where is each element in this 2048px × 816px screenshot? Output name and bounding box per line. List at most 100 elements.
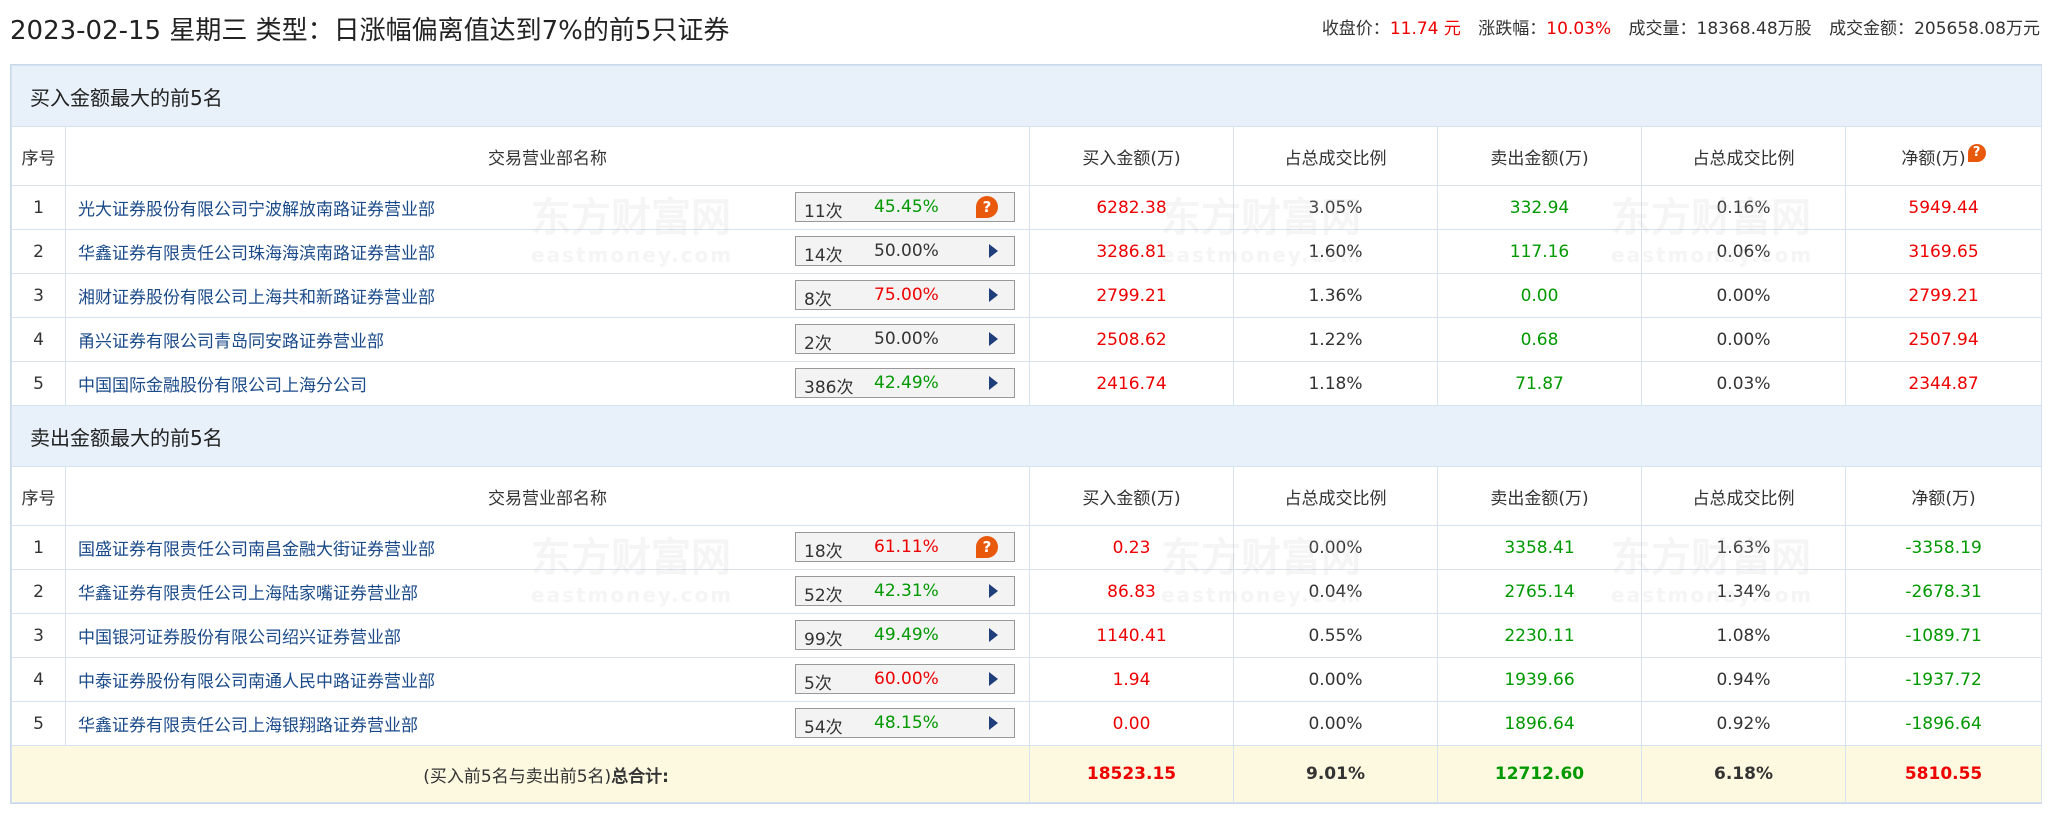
history-stats-box[interactable]: 54次 48.15% — [795, 708, 1015, 738]
question-icon[interactable]: ? — [976, 196, 998, 218]
buy-ratio: 0.04% — [1233, 569, 1438, 614]
stats-icon-wrap[interactable] — [989, 288, 998, 302]
table-row[interactable]: 1 光大证券股份有限公司宁波解放南路证券营业部 11次 45.45%? 6282.38 3… — [11, 185, 2043, 230]
stats-icon-wrap[interactable] — [989, 244, 998, 258]
stats-icon-wrap[interactable] — [989, 332, 998, 346]
col-buy: 买入金额(万) — [1029, 466, 1234, 526]
close-value: 11.74 元 — [1389, 19, 1461, 39]
table-row[interactable]: 3 湘财证券股份有限公司上海共和新路证券营业部 8次 75.00% 2799.21 1.3… — [11, 273, 2043, 318]
stats-icon-wrap[interactable] — [989, 376, 998, 390]
branch-name-link[interactable]: 华鑫证券有限责任公司珠海海滨南路证券营业部 — [78, 244, 435, 264]
net-amount: -1089.71 — [1844, 613, 2043, 658]
amount-value: 205658.08万元 — [1914, 19, 2040, 39]
buy-amount: 2508.62 — [1029, 317, 1234, 362]
table-row[interactable]: 5 华鑫证券有限责任公司上海银翔路证券营业部 54次 48.15% 0.00 0.00% 1… — [11, 701, 2043, 746]
table-row[interactable]: 2 华鑫证券有限责任公司珠海海滨南路证券营业部 14次 50.00% 3286.81 1.… — [11, 229, 2043, 274]
branch-cell: 华鑫证券有限责任公司上海陆家嘴证券营业部 52次 42.31% — [65, 569, 1030, 614]
history-stats-box[interactable]: 99次 49.49% — [795, 620, 1015, 650]
buy-ratio: 1.18% — [1233, 361, 1438, 406]
branch-name-link[interactable]: 甬兴证券有限公司青岛同安路证券营业部 — [78, 332, 384, 352]
amount-label: 成交金额： — [1829, 19, 1915, 39]
row-index: 3 — [11, 613, 66, 658]
col-index: 序号 — [11, 126, 66, 186]
stats-icon-wrap[interactable]: ? — [976, 196, 998, 218]
buy-amount: 3286.81 — [1029, 229, 1234, 274]
history-stats-box[interactable]: 5次 60.00% — [795, 664, 1015, 694]
history-stats-box[interactable]: 8次 75.00% — [795, 280, 1015, 310]
win-rate: 49.49% — [874, 625, 939, 645]
appear-count: 8次 — [804, 290, 832, 310]
play-icon[interactable] — [989, 672, 998, 686]
sell-ratio: 1.63% — [1641, 525, 1846, 570]
play-icon[interactable] — [989, 628, 998, 642]
play-icon[interactable] — [989, 244, 998, 258]
volume-label: 成交量： — [1628, 19, 1697, 39]
buy-section-title: 买入金额最大的前5名 — [10, 65, 2043, 127]
help-icon[interactable]: ? — [1967, 143, 1986, 162]
branch-name-link[interactable]: 湘财证券股份有限公司上海共和新路证券营业部 — [78, 288, 435, 308]
sell-amount: 3358.41 — [1437, 525, 1642, 570]
play-icon[interactable] — [989, 332, 998, 346]
net-amount: 2344.87 — [1844, 361, 2043, 406]
stats-icon-wrap[interactable] — [989, 672, 998, 686]
branch-name-link[interactable]: 中国银河证券股份有限公司绍兴证券营业部 — [78, 628, 401, 648]
col-buy-ratio: 占总成交比例 — [1233, 126, 1438, 186]
row-index: 5 — [11, 701, 66, 746]
table-row[interactable]: 3 中国银河证券股份有限公司绍兴证券营业部 99次 49.49% 1140.41 0.55… — [11, 613, 2043, 658]
question-icon[interactable]: ? — [976, 536, 998, 558]
col-index: 序号 — [11, 466, 66, 526]
play-icon[interactable] — [989, 288, 998, 302]
row-index: 1 — [11, 185, 66, 230]
win-rate: 42.49% — [874, 373, 939, 393]
stats-icon-wrap[interactable]: ? — [976, 536, 998, 558]
col-buy-ratio: 占总成交比例 — [1233, 466, 1438, 526]
page-title: 2023-02-15 星期三 类型：日涨幅偏离值达到7%的前5只证券 — [10, 16, 730, 46]
history-stats-box[interactable]: 52次 42.31% — [795, 576, 1015, 606]
branch-cell: 中国银河证券股份有限公司绍兴证券营业部 99次 49.49% — [65, 613, 1030, 658]
branch-name-link[interactable]: 华鑫证券有限责任公司上海陆家嘴证券营业部 — [78, 584, 418, 604]
buy-amount: 6282.38 — [1029, 185, 1234, 230]
buy-ratio: 1.22% — [1233, 317, 1438, 362]
branch-cell: 国盛证券有限责任公司南昌金融大街证券营业部 18次 61.11%? — [65, 525, 1030, 570]
play-icon[interactable] — [989, 584, 998, 598]
row-index: 2 — [11, 569, 66, 614]
branch-name-link[interactable]: 中泰证券股份有限公司南通人民中路证券营业部 — [78, 672, 435, 692]
sell-column-header: 序号 交易营业部名称 买入金额(万) 占总成交比例 卖出金额(万) 占总成交比例… — [11, 466, 2043, 526]
win-rate: 50.00% — [874, 329, 939, 349]
trade-table: 买入金额最大的前5名 序号 交易营业部名称 买入金额(万) 占总成交比例 卖出金… — [10, 65, 2043, 803]
price-stats: 收盘价：11.74 元 涨跌幅：10.03% 成交量：18368.48万股 成交… — [1322, 14, 2040, 39]
table-row[interactable]: 1 国盛证券有限责任公司南昌金融大街证券营业部 18次 61.11%? 0.23 0.00… — [11, 525, 2043, 570]
total-buy-ratio: 9.01% — [1233, 745, 1438, 803]
row-index: 4 — [11, 317, 66, 362]
branch-name-link[interactable]: 国盛证券有限责任公司南昌金融大街证券营业部 — [78, 540, 435, 560]
history-stats-box[interactable]: 18次 61.11%? — [795, 532, 1015, 562]
play-icon[interactable] — [989, 376, 998, 390]
table-row[interactable]: 5 中国国际金融股份有限公司上海分公司 386次 42.49% 2416.74 1.18%… — [11, 361, 2043, 406]
table-row[interactable]: 4 甬兴证券有限公司青岛同安路证券营业部 2次 50.00% 2508.62 1.22% 0… — [11, 317, 2043, 362]
top-bar: 2023-02-15 星期三 类型：日涨幅偏离值达到7%的前5只证券 收盘价：1… — [10, 8, 2040, 48]
stats-icon-wrap[interactable] — [989, 716, 998, 730]
sell-ratio: 0.06% — [1641, 229, 1846, 274]
branch-name-link[interactable]: 华鑫证券有限责任公司上海银翔路证券营业部 — [78, 716, 418, 736]
sell-amount: 332.94 — [1437, 185, 1642, 230]
history-stats-box[interactable]: 386次 42.49% — [795, 368, 1015, 398]
table-row[interactable]: 2 华鑫证券有限责任公司上海陆家嘴证券营业部 52次 42.31% 86.83 0.04%… — [11, 569, 2043, 614]
history-stats-box[interactable]: 11次 45.45%? — [795, 192, 1015, 222]
row-index: 1 — [11, 525, 66, 570]
branch-cell: 华鑫证券有限责任公司上海银翔路证券营业部 54次 48.15% — [65, 701, 1030, 746]
branch-name-link[interactable]: 光大证券股份有限公司宁波解放南路证券营业部 — [78, 200, 435, 220]
win-rate: 60.00% — [874, 669, 939, 689]
sell-ratio: 0.92% — [1641, 701, 1846, 746]
buy-amount: 86.83 — [1029, 569, 1234, 614]
appear-count: 52次 — [804, 586, 843, 606]
buy-amount: 1140.41 — [1029, 613, 1234, 658]
history-stats-box[interactable]: 2次 50.00% — [795, 324, 1015, 354]
trade-table-panel: 买入金额最大的前5名 序号 交易营业部名称 买入金额(万) 占总成交比例 卖出金… — [10, 64, 2043, 804]
table-row[interactable]: 4 中泰证券股份有限公司南通人民中路证券营业部 5次 60.00% 1.94 0.00% 1… — [11, 657, 2043, 702]
appear-count: 386次 — [804, 378, 854, 398]
branch-name-link[interactable]: 中国国际金融股份有限公司上海分公司 — [78, 376, 367, 396]
stats-icon-wrap[interactable] — [989, 584, 998, 598]
stats-icon-wrap[interactable] — [989, 628, 998, 642]
play-icon[interactable] — [989, 716, 998, 730]
history-stats-box[interactable]: 14次 50.00% — [795, 236, 1015, 266]
